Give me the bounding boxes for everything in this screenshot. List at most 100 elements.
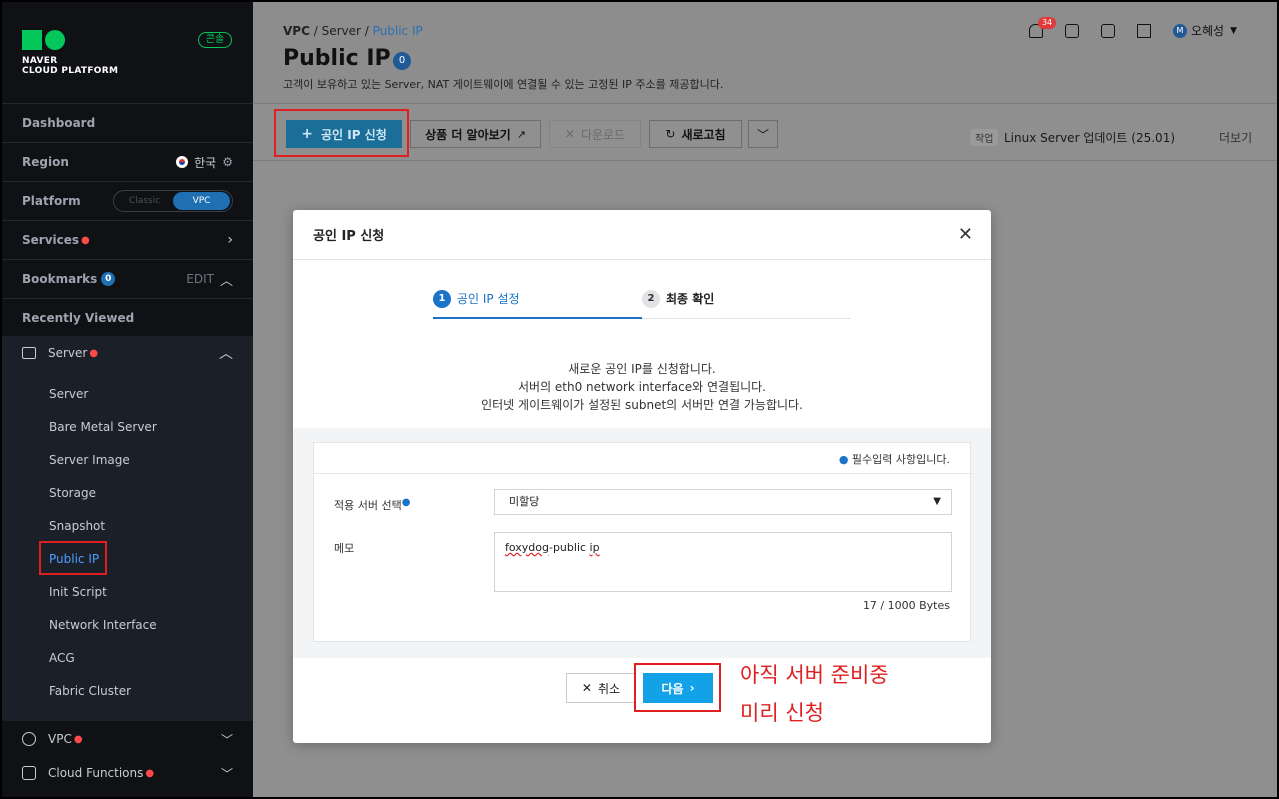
cloud-icon	[22, 732, 36, 746]
required-note-text: 필수입력 사항입니다.	[851, 453, 950, 466]
gear-icon[interactable]: ⚙	[222, 155, 233, 169]
sidebar-item-region[interactable]: Region 한국 ⚙	[2, 142, 253, 181]
sidebar-item-snapshot[interactable]: Snapshot	[49, 519, 105, 533]
panel-divider	[314, 473, 972, 474]
naver-cloud-logo[interactable]: NAVER CLOUD PLATFORM	[22, 30, 118, 76]
description-line-3: 인터넷 게이트웨이가 설정된 subnet의 서버만 연결 가능합니다.	[481, 398, 803, 412]
bytes-counter: 17 / 1000 Bytes	[862, 599, 950, 612]
caret-down-icon: ▼	[1230, 25, 1237, 36]
server-select-label: 적용 서버 선택●	[334, 497, 410, 513]
close-x-icon: ✕	[581, 681, 592, 695]
sidebar-group-cloud-functions[interactable]: Cloud Functions ● ﹀	[2, 756, 253, 790]
chevron-up-icon[interactable]: ︿	[220, 270, 233, 289]
sidebar-item-init-script[interactable]: Init Script	[49, 585, 107, 599]
cloud-functions-label: Cloud Functions	[48, 766, 144, 780]
description-line-1: 새로운 공인 IP를 신청합니다.	[568, 362, 716, 376]
step-1-label: 공인 IP 설정	[457, 292, 520, 306]
sidebar-item-services[interactable]: Services ● ›	[2, 220, 253, 259]
cancel-button[interactable]: ✕ 취소	[566, 673, 636, 703]
required-note: ● 필수입력 사항입니다.	[839, 451, 950, 467]
sidebar-item-server[interactable]: Server	[49, 387, 88, 401]
required-dot-icon: ●	[838, 453, 849, 466]
console-badge[interactable]: 콘솔	[198, 32, 232, 48]
breadcrumb: VPC / Server / Public IP	[283, 24, 423, 38]
server-icon	[22, 347, 36, 359]
sidebar-item-acg[interactable]: ACG	[49, 651, 75, 665]
highlight-box-next-button	[634, 663, 721, 712]
platform-toggle[interactable]: Classic VPC	[113, 190, 233, 212]
description-line-2: 서버의 eth0 network interface와 연결됩니다.	[517, 380, 766, 394]
notification-count-badge: 34	[1037, 16, 1057, 29]
step-2-number: 2	[642, 290, 660, 308]
sidebar-item-bookmarks[interactable]: Bookmarks 0 EDIT ︿	[2, 259, 253, 298]
close-icon[interactable]: ✕	[958, 224, 973, 245]
sidebar-item-bare-metal-server[interactable]: Bare Metal Server	[49, 420, 157, 434]
refresh-button[interactable]: ↻ 새로고침	[649, 120, 742, 148]
chevron-down-icon: ﹀	[220, 766, 233, 781]
chat-icon[interactable]	[1064, 23, 1079, 38]
step-1: 1 공인 IP 설정	[433, 290, 642, 319]
dashboard-label: Dashboard	[22, 116, 96, 130]
sidebar-group-vpc[interactable]: VPC ● ﹀	[2, 722, 253, 756]
refresh-label: 새로고침	[681, 127, 726, 142]
user-name: 오혜성	[1190, 24, 1225, 38]
bell-icon[interactable]: 34	[1028, 16, 1057, 38]
download-button[interactable]: ✕ 다운로드	[549, 120, 641, 148]
chevron-right-icon: ›	[227, 232, 233, 248]
sidebar-item-storage[interactable]: Storage	[49, 486, 96, 500]
memo-textarea[interactable]: foxydog-public ip	[494, 532, 952, 592]
bookmarks-edit-link[interactable]: EDIT	[186, 272, 214, 286]
cancel-label: 취소	[597, 681, 621, 696]
sidebar-item-network-interface[interactable]: Network Interface	[49, 618, 157, 632]
server-select-label-text: 적용 서버 선택	[334, 499, 402, 512]
more-link[interactable]: 더보기	[1219, 129, 1252, 146]
modal-divider	[293, 259, 991, 260]
bookmarks-label: Bookmarks	[22, 272, 98, 286]
server-submenu	[2, 336, 253, 721]
bookmarks-count-badge: 0	[101, 272, 116, 286]
chevron-down-icon: ﹀	[220, 732, 233, 747]
chevron-up-icon: ︿	[219, 346, 233, 362]
annotation-line-1: 아직 서버 준비중	[740, 663, 889, 687]
logo-line1: NAVER	[22, 56, 58, 66]
top-right-actions: 34 M 오혜성 ▼	[1028, 16, 1237, 39]
chevron-down-icon: ﹀	[756, 127, 769, 142]
korea-flag-icon	[176, 156, 189, 168]
form-panel: ● 필수입력 사항입니다. 적용 서버 선택● 미할당 ▼ 메모 foxydog…	[313, 442, 972, 642]
learn-more-button[interactable]: 상품 더 알아보기 ↗	[410, 120, 541, 148]
modal-title: 공인 IP 신청	[313, 229, 385, 244]
highlight-box-public-ip	[39, 541, 107, 575]
more-actions-dropdown[interactable]: ﹀	[748, 120, 778, 148]
breadcrumb-public-ip: Public IP	[372, 24, 423, 38]
book-icon[interactable]	[1136, 23, 1151, 38]
breadcrumb-vpc[interactable]: VPC	[283, 24, 310, 38]
step-2: 2 최종 확인	[642, 290, 851, 319]
learn-more-label: 상품 더 알아보기	[425, 127, 511, 142]
server-group-label: Server	[48, 346, 88, 360]
region-value: 한국	[194, 155, 217, 170]
memo-text-part3: ip	[589, 541, 600, 554]
memo-text-part1: foxydog	[505, 541, 549, 554]
sidebar-item-fabric-cluster[interactable]: Fabric Cluster	[49, 684, 131, 698]
logo-line2: CLOUD PLATFORM	[22, 66, 119, 76]
sidebar-group-server[interactable]: Server ● ︿	[22, 342, 233, 364]
user-menu[interactable]: M 오혜성 ▼	[1172, 22, 1237, 39]
memo-label: 메모	[334, 542, 355, 555]
breadcrumb-server[interactable]: Server	[322, 24, 361, 38]
platform-option-vpc[interactable]: VPC	[173, 192, 230, 210]
sidebar-item-server-image[interactable]: Server Image	[49, 453, 130, 467]
external-link-icon: ↗	[516, 127, 526, 141]
sidebar: NAVER CLOUD PLATFORM 콘솔 Dashboard Region…	[2, 2, 253, 797]
edit-note-icon[interactable]	[1100, 23, 1115, 38]
task-notice[interactable]: Linux Server 업데이트 (25.01)	[1004, 129, 1175, 146]
highlight-box-create-button	[274, 109, 409, 157]
platform-option-classic[interactable]: Classic	[116, 192, 173, 210]
sidebar-item-dashboard[interactable]: Dashboard	[2, 103, 253, 142]
server-select[interactable]: 미할당 ▼	[494, 489, 952, 515]
download-label: 다운로드	[580, 127, 626, 142]
caret-down-icon: ▼	[933, 496, 941, 507]
sidebar-item-recently-viewed[interactable]: Recently Viewed	[2, 298, 253, 337]
page-title: Public IP	[283, 46, 391, 71]
page-subtitle: 고객이 보유하고 있는 Server, NAT 게이트웨이에 연결될 수 있는 …	[283, 78, 724, 91]
page-header: VPC / Server / Public IP Public IP 0 고객이…	[253, 2, 1277, 103]
